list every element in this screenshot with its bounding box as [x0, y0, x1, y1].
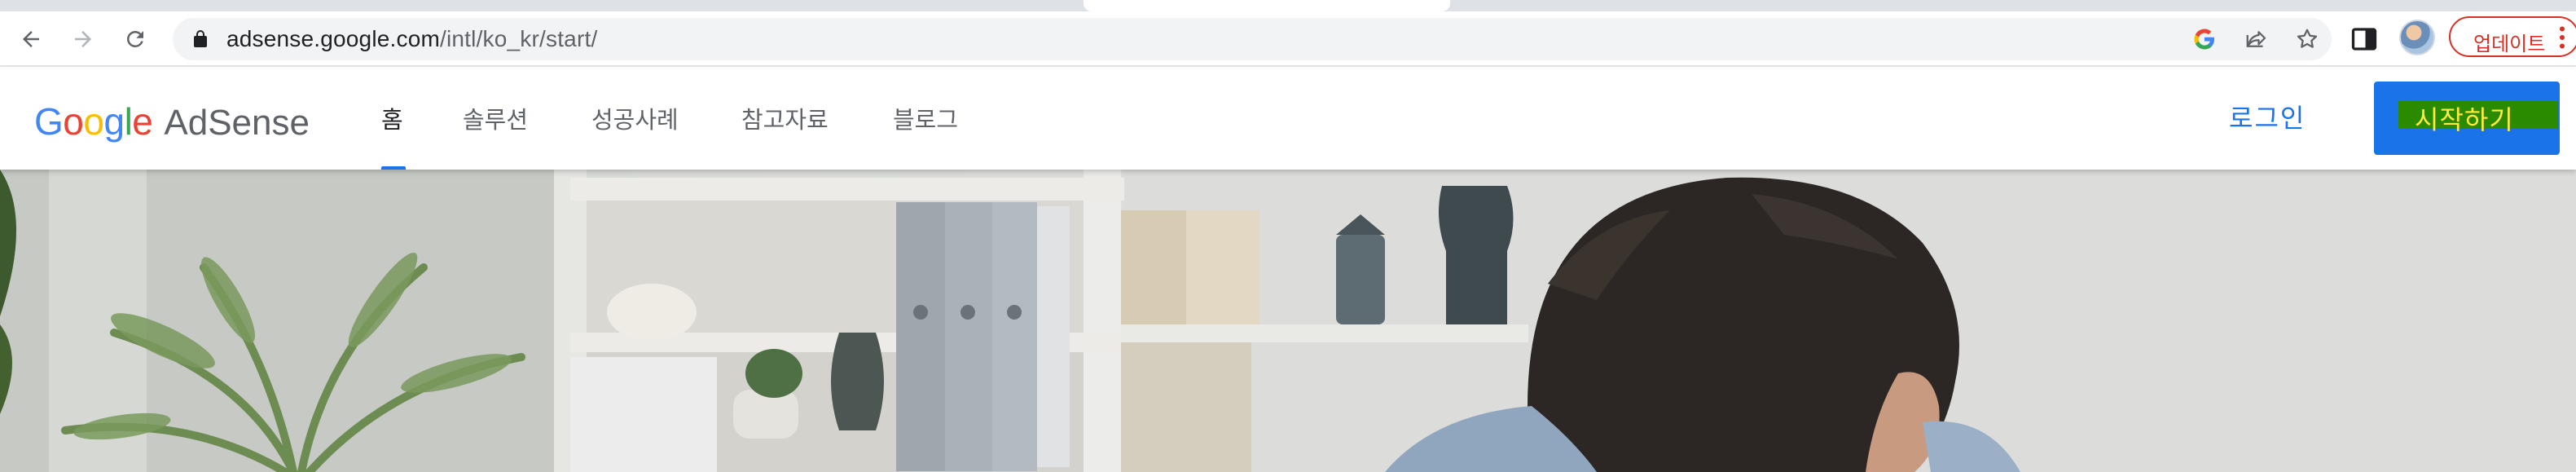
google-wordmark: Google	[34, 100, 153, 143]
product-name: AdSense	[164, 103, 310, 143]
active-tab[interactable]	[1084, 0, 1450, 11]
kebab-menu-icon	[2560, 26, 2565, 49]
nav-item-home[interactable]: 홈	[381, 67, 463, 170]
hero-image	[0, 170, 2576, 472]
reload-button[interactable]	[116, 20, 155, 59]
share-button[interactable]	[2242, 24, 2271, 54]
profile-avatar[interactable]	[2399, 20, 2435, 55]
google-icon	[2194, 29, 2214, 50]
bookmark-button[interactable]	[2292, 24, 2322, 54]
nav-label: 솔루션	[463, 108, 529, 134]
url-path: /intl/ko_kr/start/	[440, 26, 598, 51]
google-lens-button[interactable]	[2190, 24, 2219, 54]
back-arrow-icon	[23, 31, 39, 47]
active-tab-indicator	[381, 166, 406, 170]
update-button[interactable]: 업데이트	[2449, 16, 2576, 57]
back-button[interactable]	[11, 20, 51, 59]
nav-label: 홈	[381, 108, 403, 134]
reload-icon	[127, 30, 143, 47]
nav-label: 성공사례	[591, 108, 679, 134]
nav-item-resources[interactable]: 참고자료	[741, 67, 893, 170]
nav-item-blog[interactable]: 블로그	[893, 67, 991, 170]
login-link[interactable]: 로그인	[2229, 98, 2306, 135]
forward-button[interactable]	[64, 20, 103, 59]
hero-photo-illustration	[0, 170, 2576, 472]
side-panel-icon[interactable]	[2350, 24, 2379, 54]
forward-arrow-icon	[75, 31, 91, 47]
nav-item-solutions[interactable]: 솔루션	[463, 67, 591, 170]
update-label: 업데이트	[2473, 33, 2546, 55]
nav-label: 블로그	[893, 108, 959, 134]
url-host: adsense.google.com	[226, 26, 440, 51]
nav-item-success-stories[interactable]: 성공사례	[591, 67, 741, 170]
address-bar[interactable]: adsense.google.com/intl/ko_kr/start/	[173, 18, 2332, 60]
google-adsense-logo[interactable]: Google AdSense	[34, 99, 310, 143]
main-nav: 홈 솔루션 성공사례 참고자료 블로그	[381, 67, 991, 170]
get-started-button[interactable]: 시작하기	[2374, 82, 2560, 155]
bookmark-star-icon	[2297, 29, 2318, 48]
get-started-label: 시작하기	[2415, 105, 2514, 135]
site-header: Google AdSense 홈 솔루션 성공사례 참고자료 블로그 로그인 시…	[0, 67, 2576, 170]
url-text[interactable]: adsense.google.com/intl/ko_kr/start/	[226, 27, 597, 51]
share-icon	[2246, 31, 2266, 47]
tab-strip	[0, 0, 2576, 11]
nav-label: 참고자료	[741, 108, 829, 134]
lock-icon[interactable]	[191, 29, 210, 49]
browser-toolbar: adsense.google.com/intl/ko_kr/start/ 업데이…	[0, 11, 2576, 67]
